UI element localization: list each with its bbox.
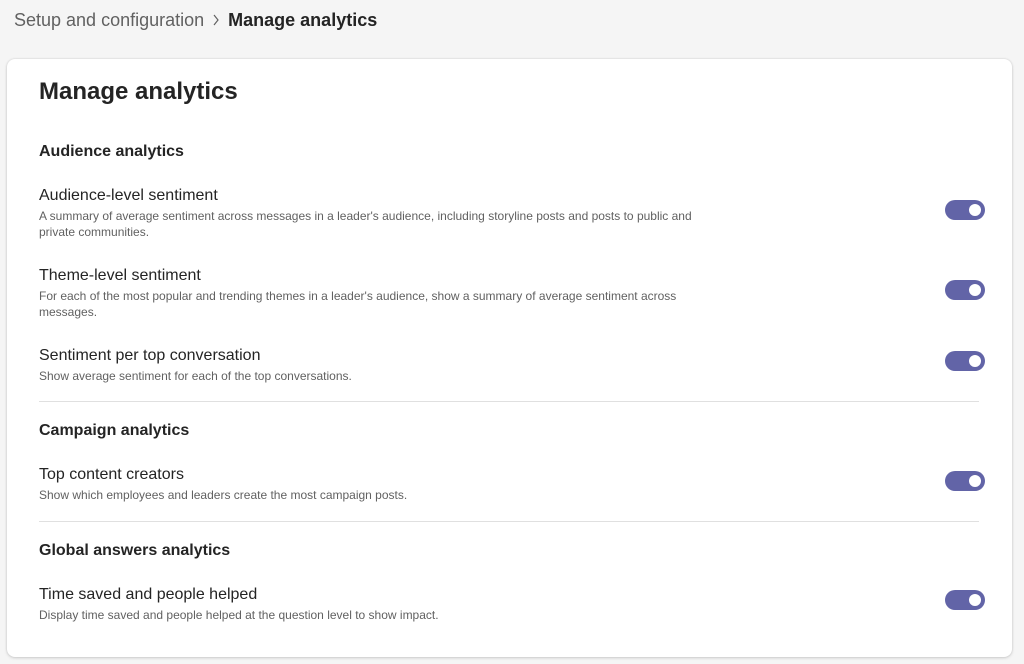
setting-title: Top content creators: [39, 466, 184, 483]
setting-title: Sentiment per top conversation: [39, 347, 261, 364]
section-heading-global-answers: Global answers analytics: [39, 542, 231, 559]
section-heading-campaign: Campaign analytics: [39, 422, 190, 439]
page-title: Manage analytics: [39, 78, 238, 105]
toggle-knob: [969, 204, 981, 216]
toggle-knob: [969, 355, 981, 367]
toggle-sentiment-per-top-conversation[interactable]: [945, 351, 985, 371]
setting-theme-level-sentiment: Theme-level sentiment For each of the mo…: [39, 266, 985, 320]
chevron-right-icon: [204, 14, 228, 26]
setting-title: Theme-level sentiment: [39, 267, 201, 284]
setting-description: For each of the most popular and trendin…: [39, 289, 677, 319]
setting-title: Audience-level sentiment: [39, 187, 218, 204]
breadcrumb-link-setup[interactable]: Setup and configuration: [14, 10, 204, 31]
settings-card: Manage analytics Audience analytics Audi…: [7, 59, 1012, 657]
section-heading-audience: Audience analytics: [39, 143, 184, 160]
setting-sentiment-per-top-conversation: Sentiment per top conversation Show aver…: [39, 346, 985, 384]
section-divider: [39, 401, 979, 402]
setting-description: A summary of average sentiment across me…: [39, 209, 692, 239]
toggle-theme-level-sentiment[interactable]: [945, 280, 985, 300]
setting-time-saved-and-people-helped: Time saved and people helped Display tim…: [39, 585, 985, 623]
setting-description: Show average sentiment for each of the t…: [39, 369, 352, 383]
setting-audience-level-sentiment: Audience-level sentiment A summary of av…: [39, 186, 985, 240]
toggle-knob: [969, 475, 981, 487]
breadcrumb-current: Manage analytics: [228, 9, 378, 30]
setting-description: Display time saved and people helped at …: [39, 608, 439, 622]
toggle-audience-level-sentiment[interactable]: [945, 200, 985, 220]
toggle-time-saved-and-people-helped[interactable]: [945, 590, 985, 610]
toggle-knob: [969, 594, 981, 606]
setting-top-content-creators: Top content creators Show which employee…: [39, 465, 985, 503]
setting-title: Time saved and people helped: [39, 586, 258, 603]
toggle-top-content-creators[interactable]: [945, 471, 985, 491]
section-divider: [39, 521, 979, 522]
toggle-knob: [969, 284, 981, 296]
breadcrumb: Setup and configuration Manage analytics: [14, 8, 377, 32]
setting-description: Show which employees and leaders create …: [39, 488, 408, 502]
